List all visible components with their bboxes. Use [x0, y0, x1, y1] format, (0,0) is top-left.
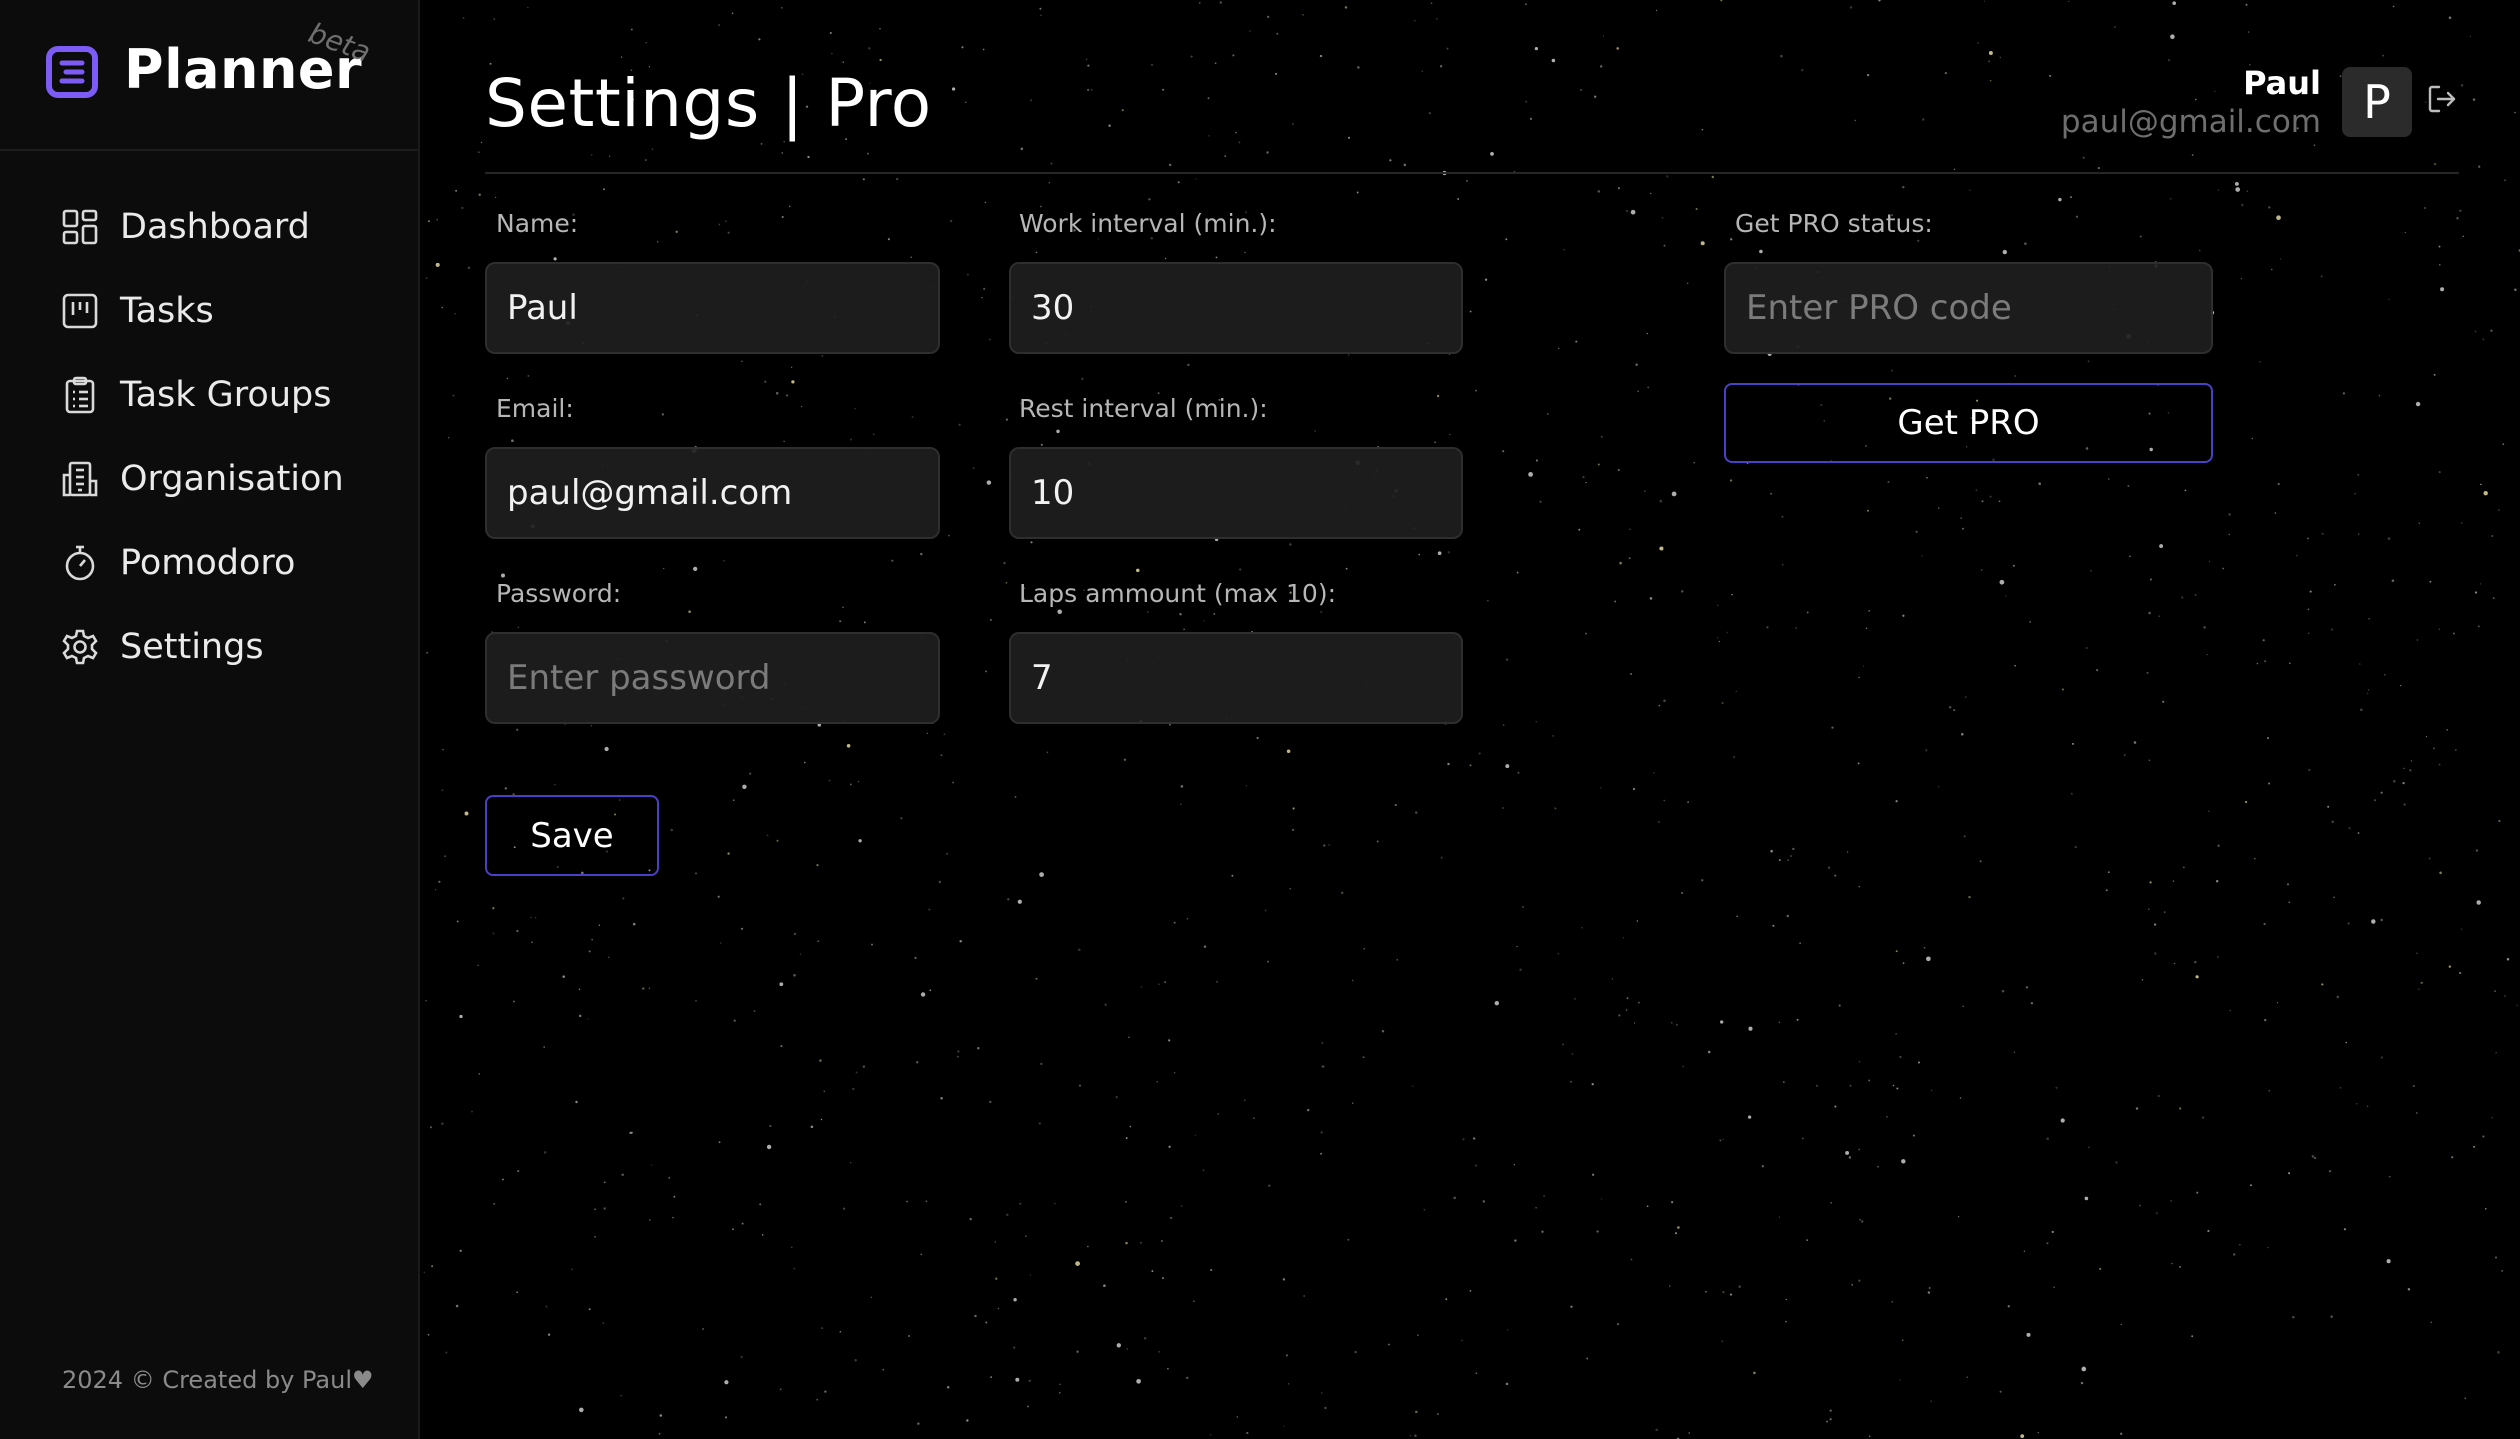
- sidebar-item-dashboard[interactable]: Dashboard: [0, 185, 420, 269]
- rest-interval-label: Rest interval (min.):: [1019, 394, 1268, 423]
- sidebar-item-tasks[interactable]: Tasks: [0, 269, 420, 353]
- user-email: paul@gmail.com: [2060, 104, 2321, 140]
- user-name: Paul: [2243, 64, 2321, 102]
- rest-interval-field[interactable]: [1009, 447, 1463, 539]
- sidebar-item-label: Pomodoro: [120, 543, 296, 583]
- logout-icon[interactable]: [2425, 82, 2459, 116]
- sidebar-item-task-groups[interactable]: Task Groups: [0, 353, 420, 437]
- sidebar-item-label: Task Groups: [120, 375, 332, 415]
- work-interval-label: Work interval (min.):: [1019, 209, 1277, 238]
- name-label: Name:: [496, 209, 579, 238]
- pro-code-field[interactable]: [1724, 262, 2213, 354]
- building-icon: [62, 461, 98, 497]
- page-title: Settings | Pro: [485, 65, 932, 142]
- title-divider: [485, 172, 2459, 174]
- sidebar-item-label: Dashboard: [120, 207, 310, 247]
- dashboard-icon: [62, 209, 98, 245]
- timer-icon: [65, 545, 95, 581]
- gear-icon: [62, 629, 98, 665]
- pro-status-label: Get PRO status:: [1735, 209, 1933, 238]
- get-pro-button[interactable]: Get PRO: [1724, 383, 2213, 463]
- name-field[interactable]: [485, 262, 940, 354]
- sidebar-item-organisation[interactable]: Organisation: [0, 437, 420, 521]
- avatar[interactable]: P: [2342, 67, 2412, 137]
- planner-logo-icon: [46, 46, 98, 98]
- clipboard-icon: [65, 376, 95, 414]
- sidebar-item-label: Settings: [120, 627, 264, 667]
- email-label: Email:: [496, 394, 574, 423]
- sidebar-item-label: Organisation: [120, 459, 344, 499]
- brand: Planner beta: [0, 0, 418, 151]
- sidebar-nav: Dashboard Tasks Task Groups Organisation…: [0, 185, 420, 689]
- sidebar-item-pomodoro[interactable]: Pomodoro: [0, 521, 420, 605]
- password-label: Password:: [496, 579, 622, 608]
- save-button[interactable]: Save: [485, 795, 659, 876]
- laps-label: Laps ammount (max 10):: [1019, 579, 1337, 608]
- sidebar: Planner beta Dashboard Tasks Task Groups…: [0, 0, 420, 1439]
- email-field[interactable]: [485, 447, 940, 539]
- work-interval-field[interactable]: [1009, 262, 1463, 354]
- laps-field[interactable]: [1009, 632, 1463, 724]
- sidebar-item-settings[interactable]: Settings: [0, 605, 420, 689]
- kanban-icon: [62, 293, 98, 329]
- sidebar-item-label: Tasks: [120, 291, 214, 331]
- sidebar-footer: 2024 © Created by Paul♥: [62, 1366, 374, 1394]
- password-field[interactable]: [485, 632, 940, 724]
